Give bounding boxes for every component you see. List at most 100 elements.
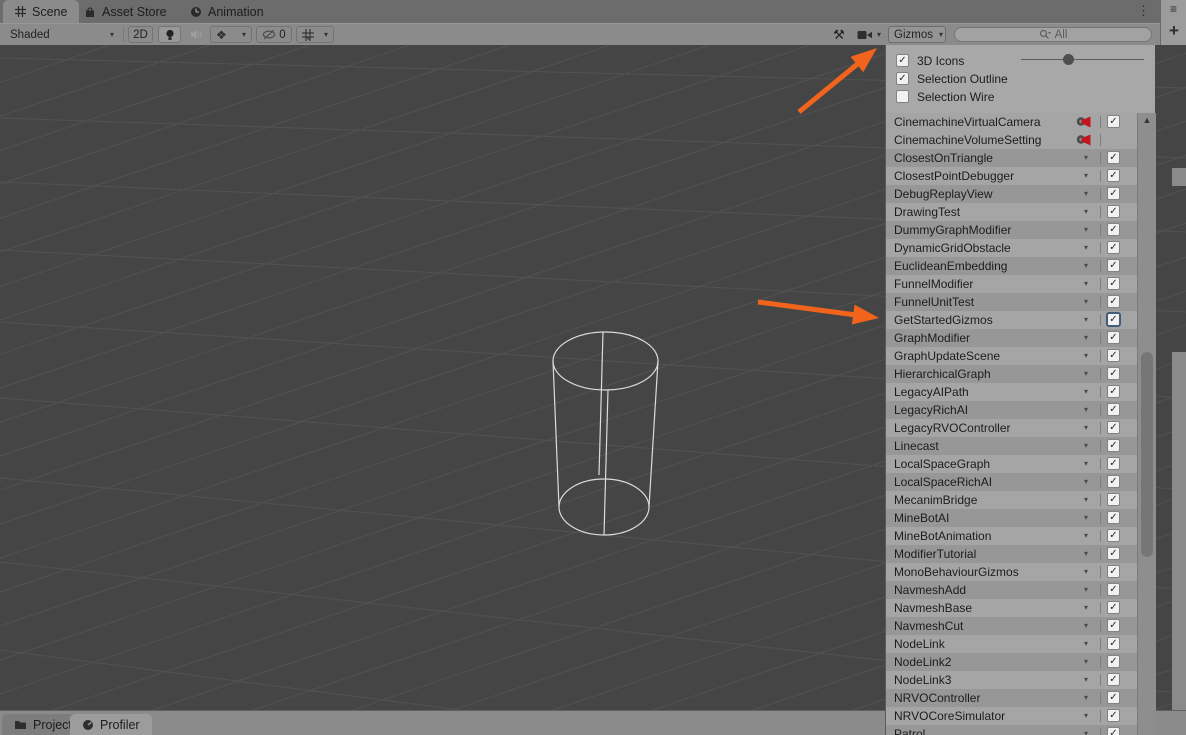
gizmo-chevron-icon[interactable]: ▾ bbox=[1078, 293, 1094, 311]
gizmo-chevron-icon[interactable]: ▾ bbox=[1078, 491, 1094, 509]
gizmo-checkbox[interactable]: ✓ bbox=[1107, 115, 1120, 128]
gizmo-checkbox[interactable]: ✓ bbox=[1107, 403, 1120, 416]
gizmo-checkbox[interactable]: ✓ bbox=[1107, 529, 1120, 542]
gizmo-script-row[interactable]: MecanimBridge ▾ ✓ bbox=[886, 491, 1137, 509]
add-button[interactable]: + bbox=[1169, 21, 1179, 41]
gizmo-checkbox[interactable]: ✓ bbox=[1107, 331, 1120, 344]
gizmo-script-row[interactable]: LegacyRVOController ▾ ✓ bbox=[886, 419, 1137, 437]
gizmo-script-row[interactable]: HierarchicalGraph ▾ ✓ bbox=[886, 365, 1137, 383]
gizmo-chevron-icon[interactable]: ▾ bbox=[1078, 365, 1094, 383]
gizmo-script-row[interactable]: CinemachineVolumeSetting bbox=[886, 131, 1137, 149]
gizmo-checkbox[interactable]: ✓ bbox=[1107, 259, 1120, 272]
tab-asset-store[interactable]: Asset Store bbox=[72, 0, 179, 23]
audio-toggle-button[interactable] bbox=[185, 26, 207, 43]
icon-size-slider[interactable] bbox=[1021, 54, 1144, 65]
gizmo-checkbox[interactable]: ✓ bbox=[1107, 241, 1120, 254]
gizmo-checkbox[interactable]: ✓ bbox=[1107, 313, 1120, 326]
search-input[interactable]: All bbox=[954, 27, 1152, 42]
gizmo-chevron-icon[interactable]: ▾ bbox=[1078, 383, 1094, 401]
gizmo-chevron-icon[interactable]: ▾ bbox=[1078, 437, 1094, 455]
right-panel-scrollbar[interactable] bbox=[1172, 352, 1186, 710]
gizmo-checkbox[interactable]: ✓ bbox=[1107, 151, 1120, 164]
gizmo-script-row[interactable]: LegacyRichAI ▾ ✓ bbox=[886, 401, 1137, 419]
gizmo-script-row[interactable]: ModifierTutorial ▾ ✓ bbox=[886, 545, 1137, 563]
option-selection-wire[interactable]: Selection Wire bbox=[896, 88, 994, 105]
camera-settings-dropdown[interactable]: ▾ bbox=[852, 26, 886, 43]
gizmo-checkbox[interactable]: ✓ bbox=[1107, 205, 1120, 218]
toggle-2d-button[interactable]: 2D bbox=[128, 26, 153, 43]
gizmo-checkbox[interactable]: ✓ bbox=[1107, 547, 1120, 560]
gizmo-chevron-icon[interactable]: ▾ bbox=[1078, 563, 1094, 581]
lighting-toggle-button[interactable] bbox=[158, 26, 181, 43]
gizmo-chevron-icon[interactable]: ▾ bbox=[1078, 473, 1094, 491]
gizmo-checkbox[interactable]: ✓ bbox=[1107, 169, 1120, 182]
gizmo-script-row[interactable]: ClosestPointDebugger ▾ ✓ bbox=[886, 167, 1137, 185]
gizmo-script-row[interactable]: FunnelUnitTest ▾ ✓ bbox=[886, 293, 1137, 311]
grid-visibility-dropdown[interactable]: ▾ bbox=[296, 26, 334, 43]
gizmo-chevron-icon[interactable]: ▾ bbox=[1078, 419, 1094, 437]
gizmo-chevron-icon[interactable]: ▾ bbox=[1078, 635, 1094, 653]
gizmo-script-row[interactable]: GraphUpdateScene ▾ ✓ bbox=[886, 347, 1137, 365]
gizmo-checkbox[interactable]: ✓ bbox=[1107, 673, 1120, 686]
gizmo-script-row[interactable]: NodeLink2 ▾ ✓ bbox=[886, 653, 1137, 671]
gizmo-checkbox[interactable]: ✓ bbox=[1107, 439, 1120, 452]
gizmo-chevron-icon[interactable]: ▾ bbox=[1078, 527, 1094, 545]
gizmo-checkbox[interactable]: ✓ bbox=[1107, 565, 1120, 578]
tab-scene[interactable]: Scene bbox=[3, 0, 80, 23]
gizmo-chevron-icon[interactable]: ▾ bbox=[1078, 617, 1094, 635]
gizmo-script-row[interactable]: NavmeshAdd ▾ ✓ bbox=[886, 581, 1137, 599]
scrollbar-track[interactable]: ▲ bbox=[1137, 113, 1156, 735]
gizmo-script-row[interactable]: MineBotAI ▾ ✓ bbox=[886, 509, 1137, 527]
gizmo-chevron-icon[interactable]: ▾ bbox=[1078, 311, 1094, 329]
gizmo-chevron-icon[interactable]: ▾ bbox=[1078, 671, 1094, 689]
gizmo-chevron-icon[interactable]: ▾ bbox=[1078, 149, 1094, 167]
gizmo-chevron-icon[interactable]: ▾ bbox=[1078, 221, 1094, 239]
tab-animation[interactable]: Animation bbox=[178, 0, 276, 23]
gizmos-dropdown-button[interactable]: Gizmos ▾ bbox=[888, 26, 946, 43]
gizmo-script-row[interactable]: LocalSpaceRichAI ▾ ✓ bbox=[886, 473, 1137, 491]
gizmo-script-row[interactable]: EuclideanEmbedding ▾ ✓ bbox=[886, 257, 1137, 275]
gizmo-script-row[interactable]: NodeLink ▾ ✓ bbox=[886, 635, 1137, 653]
gizmo-checkbox[interactable]: ✓ bbox=[1107, 277, 1120, 290]
gizmo-checkbox[interactable]: ✓ bbox=[1107, 295, 1120, 308]
gizmo-script-row[interactable]: Patrol ▾ ✓ bbox=[886, 725, 1137, 735]
hidden-objects-button[interactable]: 0 bbox=[256, 26, 292, 43]
gizmo-checkbox[interactable]: ✓ bbox=[1107, 457, 1120, 470]
gizmo-script-row[interactable]: NRVOCoreSimulator ▾ ✓ bbox=[886, 707, 1137, 725]
gizmo-chevron-icon[interactable]: ▾ bbox=[1078, 581, 1094, 599]
gizmo-chevron-icon[interactable]: ▾ bbox=[1078, 509, 1094, 527]
gizmo-script-row[interactable]: LocalSpaceGraph ▾ ✓ bbox=[886, 455, 1137, 473]
gizmo-script-row[interactable]: Linecast ▾ ✓ bbox=[886, 437, 1137, 455]
gizmo-script-row[interactable]: NavmeshBase ▾ ✓ bbox=[886, 599, 1137, 617]
gizmo-chevron-icon[interactable]: ▾ bbox=[1078, 257, 1094, 275]
gizmo-checkbox[interactable]: ✓ bbox=[1107, 637, 1120, 650]
gizmo-chevron-icon[interactable]: ▾ bbox=[1078, 167, 1094, 185]
gizmo-script-row[interactable]: NRVOController ▾ ✓ bbox=[886, 689, 1137, 707]
tab-profiler[interactable]: Profiler bbox=[70, 714, 152, 735]
gizmo-chevron-icon[interactable]: ▾ bbox=[1078, 185, 1094, 203]
gizmo-script-row[interactable]: GraphModifier ▾ ✓ bbox=[886, 329, 1137, 347]
gizmo-checkbox[interactable]: ✓ bbox=[1107, 691, 1120, 704]
gizmo-chevron-icon[interactable]: ▾ bbox=[1078, 275, 1094, 293]
gizmo-checkbox[interactable]: ✓ bbox=[1107, 655, 1120, 668]
gizmo-checkbox[interactable]: ✓ bbox=[1107, 619, 1120, 632]
gizmo-chevron-icon[interactable]: ▾ bbox=[1078, 239, 1094, 257]
gizmo-checkbox[interactable]: ✓ bbox=[1107, 493, 1120, 506]
effects-dropdown-button[interactable]: ❖ ▾ bbox=[210, 26, 252, 43]
gizmo-checkbox[interactable]: ✓ bbox=[1107, 601, 1120, 614]
shading-mode-dropdown[interactable]: Shaded ▾ bbox=[4, 26, 120, 43]
gizmo-chevron-icon[interactable]: ▾ bbox=[1078, 455, 1094, 473]
gizmo-checkbox[interactable]: ✓ bbox=[1107, 187, 1120, 200]
selection-outline-checkbox[interactable]: ✓ bbox=[896, 72, 909, 85]
gizmo-checkbox[interactable]: ✓ bbox=[1107, 709, 1120, 722]
selection-wire-checkbox[interactable] bbox=[896, 90, 909, 103]
gizmo-chevron-icon[interactable]: ▾ bbox=[1078, 401, 1094, 419]
option-selection-outline[interactable]: ✓ Selection Outline bbox=[896, 70, 1008, 87]
gizmo-script-row[interactable]: MonoBehaviourGizmos ▾ ✓ bbox=[886, 563, 1137, 581]
3d-icons-checkbox[interactable]: ✓ bbox=[896, 54, 909, 67]
gizmo-checkbox[interactable]: ✓ bbox=[1107, 583, 1120, 596]
scroll-up-arrow-icon[interactable]: ▲ bbox=[1138, 115, 1156, 125]
gizmo-script-row[interactable]: DebugReplayView ▾ ✓ bbox=[886, 185, 1137, 203]
option-3d-icons[interactable]: ✓ 3D Icons bbox=[896, 52, 964, 69]
gizmo-checkbox[interactable]: ✓ bbox=[1107, 727, 1120, 735]
